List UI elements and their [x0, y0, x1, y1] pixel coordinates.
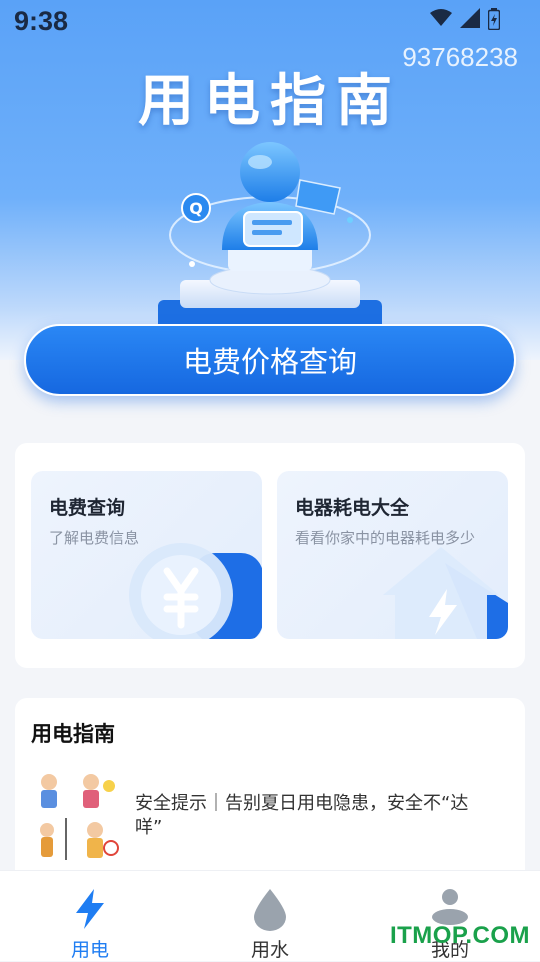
signal-icon	[460, 8, 480, 28]
appliance-power-consumption-card[interactable]: 电器耗电大全 看看你家中的电器耗电多少	[277, 471, 508, 639]
status-time: 9:38	[14, 6, 69, 36]
electricity-price-query-button[interactable]: 电费价格查询	[24, 324, 516, 396]
tab-electricity[interactable]: 用电	[30, 871, 150, 961]
hero-banner: 9:38 93768238 用电指南 Q	[0, 0, 540, 360]
tab-water[interactable]: 用水	[210, 871, 330, 961]
guide-section-title: 用电指南	[31, 722, 115, 746]
lightning-icon	[76, 889, 104, 929]
article-thumbnail	[31, 768, 121, 866]
house-lightning-icon	[383, 547, 508, 639]
feature-title: 电器耗电大全	[295, 497, 410, 519]
water-drop-icon	[254, 889, 286, 931]
svg-text:Q: Q	[189, 199, 203, 218]
status-icons	[430, 8, 500, 30]
feature-title: 电费查询	[49, 497, 126, 519]
tab-label: 用水	[250, 939, 289, 961]
wifi-icon	[430, 9, 452, 26]
guide-panel: 用电指南 安全提示｜告别夏日用电隐患，安全不“达咩”	[15, 698, 525, 898]
article-title: 安全提示｜告别夏日用电隐患，安全不“达咩”	[135, 793, 469, 838]
status-bar: 9:38	[0, 0, 540, 46]
feature-panel: 电费查询 了解电费信息 电器耗电大全 看看你家中的电器耗电多少	[15, 443, 525, 668]
battery-icon	[488, 8, 500, 30]
tab-label: 用电	[70, 939, 109, 961]
robot-illustration: Q	[158, 142, 382, 330]
yuan-coin-icon	[129, 543, 262, 639]
guide-article-item[interactable]: 安全提示｜告别夏日用电隐患，安全不“达咩”	[31, 768, 511, 868]
electricity-bill-query-card[interactable]: 电费查询 了解电费信息	[31, 471, 262, 639]
page-title: 用电指南	[138, 69, 402, 134]
brand-watermark: ITMOP.COM	[389, 922, 530, 949]
